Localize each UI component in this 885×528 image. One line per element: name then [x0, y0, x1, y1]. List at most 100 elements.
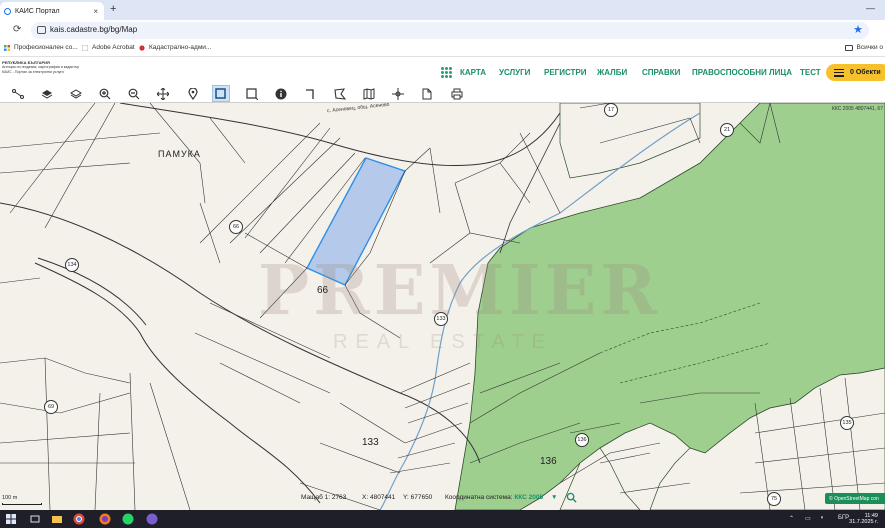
road-number-badge: 66 — [229, 220, 243, 234]
bookmark-label: Кадастрално-адми... — [149, 44, 212, 51]
cadastre-icon — [139, 44, 145, 51]
map-sheet-icon[interactable] — [360, 85, 378, 102]
tool-network-icon[interactable] — [9, 85, 27, 102]
scale-value[interactable]: 2763 — [332, 494, 346, 501]
pan-icon[interactable] — [154, 85, 172, 102]
coordinate-note: ККС 2005 4807441, 67 — [831, 106, 883, 112]
chevron-down-icon[interactable]: ▼ — [551, 494, 557, 501]
site-header: РЕПУБЛИКА БЪЛГАРИЯ Агенция по геодезия, … — [0, 58, 885, 86]
tab-close-icon[interactable]: × — [93, 7, 98, 16]
network-icon[interactable]: ▭ — [805, 515, 811, 522]
chrome-icon[interactable] — [73, 513, 85, 525]
bookmark-item[interactable]: Кадастрално-адми... — [139, 44, 211, 51]
select-rectangle-icon[interactable] — [212, 85, 230, 102]
viber-icon[interactable] — [146, 513, 158, 525]
taskbar-date: 31.7.2025 г. — [849, 519, 878, 525]
firefox-icon[interactable] — [99, 513, 111, 525]
screen: КАИС Портал × + — ⟳ kais.cadastre.bg/bg/… — [0, 0, 885, 528]
scale-bar-label: 100 m — [2, 495, 18, 501]
measure-area-icon[interactable] — [331, 85, 349, 102]
bookmark-star-icon[interactable]: ★ — [853, 23, 863, 36]
logo-subtitle-2: КАИС - Портал за електронни услуги — [2, 69, 64, 74]
print-icon[interactable] — [448, 85, 466, 102]
browser-tab[interactable]: КАИС Портал × — [0, 2, 104, 20]
all-bookmarks-label: Всички о — [856, 44, 884, 51]
watermark-subtitle: REAL ESTATE — [333, 331, 553, 353]
bookmark-item[interactable]: Adobe Acrobat — [82, 44, 135, 51]
scale-readout: Мащаб 1: 2763 — [301, 494, 346, 501]
acrobat-icon — [82, 44, 88, 51]
hamburger-icon — [834, 68, 844, 77]
x-value: 4807441 — [369, 494, 396, 501]
omnibox[interactable]: kais.cadastre.bg/bg/Map ★ — [31, 22, 869, 39]
site-info-icon[interactable] — [37, 26, 46, 34]
select-polygon-icon[interactable] — [243, 85, 261, 102]
menu-item-registers[interactable]: РЕГИСТРИ — [544, 68, 587, 77]
address-bar-row: ⟳ kais.cadastre.bg/bg/Map ★ — [0, 20, 885, 57]
folder-icon — [844, 44, 853, 51]
bookmark-label: Професионален со... — [14, 44, 78, 51]
apps-grid-icon[interactable] — [441, 67, 452, 78]
objects-button[interactable]: 0 Обекти — [826, 64, 885, 81]
tool-layers-outline-icon[interactable] — [67, 85, 85, 102]
task-view-icon[interactable] — [29, 513, 41, 525]
road-number-badge: 69 — [44, 400, 58, 414]
osm-attribution[interactable]: © OpenStreetMap con — [825, 493, 885, 504]
url-text[interactable]: kais.cadastre.bg/bg/Map — [50, 25, 137, 34]
parcel-label: 133 — [362, 437, 379, 448]
search-icon[interactable] — [566, 492, 577, 505]
menu-item-complaints[interactable]: ЖАЛБИ — [597, 68, 627, 77]
coord-system-value[interactable]: ККС 2005 — [514, 494, 543, 501]
tab-title: КАИС Портал — [15, 7, 60, 15]
reload-icon[interactable]: ⟳ — [13, 24, 21, 35]
y-value: 677650 — [410, 494, 433, 501]
road-number-badge: 17 — [604, 103, 618, 117]
volume-icon[interactable]: ◖ — [820, 515, 824, 521]
coord-system-label: Координатна система: — [445, 494, 513, 501]
y-readout: Y: 677650 — [403, 494, 432, 501]
window-minimize-button[interactable]: — — [866, 3, 875, 13]
zoom-in-icon[interactable] — [96, 85, 114, 102]
coordinate-system-selector[interactable]: Координатна система: ККС 2005 ▼ — [445, 494, 557, 501]
road-number-badge: 133 — [434, 312, 448, 326]
y-label: Y: — [403, 494, 409, 501]
os-taskbar: ⌃ ▭ ◖ БГР 11:49 31.7.2025 г. — [0, 510, 885, 528]
road-number-badge: 135 — [840, 416, 854, 430]
location-pin-icon[interactable] — [184, 85, 202, 102]
area-label: ПАМУКА — [158, 149, 201, 159]
measure-distance-icon[interactable] — [302, 85, 320, 102]
menu-item-licensed-persons[interactable]: ПРАВОСПОСОБНИ ЛИЦА — [692, 68, 792, 77]
x-readout: X: 4807441 — [362, 494, 395, 501]
menu-item-test[interactable]: ТЕСТ — [800, 68, 821, 77]
map-toolbar — [0, 84, 885, 103]
bookmarks-bar: Професионален со... Adobe Acrobat Кадаст… — [0, 41, 885, 57]
zoom-out-icon[interactable] — [125, 85, 143, 102]
x-label: X: — [362, 494, 369, 501]
bookmark-label: Adobe Acrobat — [92, 44, 135, 51]
scale-label: Мащаб 1: — [301, 494, 331, 501]
scale-bar — [2, 503, 42, 505]
all-bookmarks-folder[interactable]: Всички о — [844, 44, 884, 51]
road-number-badge: 75 — [767, 492, 781, 506]
road-number-badge: 21 — [720, 123, 734, 137]
cadastral-map[interactable]: PREMIER REAL ESTATE с. Асеновец, общ. Ас… — [0, 103, 885, 510]
parcel-label: 66 — [317, 285, 329, 296]
agency-logo[interactable]: РЕПУБЛИКА БЪЛГАРИЯ Агенция по геодезия, … — [2, 60, 82, 74]
file-explorer-icon[interactable] — [51, 513, 63, 525]
menu-item-reports[interactable]: СПРАВКИ — [642, 68, 680, 77]
tray-chevron-icon[interactable]: ⌃ — [789, 515, 794, 522]
site-favicon-icon — [4, 7, 11, 15]
coordinates-icon[interactable] — [389, 85, 407, 102]
tool-layers-icon[interactable] — [38, 85, 56, 102]
info-icon[interactable] — [272, 85, 290, 102]
bookmark-item[interactable]: Професионален со... — [4, 44, 78, 51]
new-tab-button[interactable]: + — [110, 3, 116, 15]
menu-item-map[interactable]: КАРТА — [460, 68, 486, 77]
road-number-badge: 134 — [65, 258, 79, 272]
menu-item-services[interactable]: УСЛУГИ — [499, 68, 530, 77]
windows-start-icon[interactable] — [5, 513, 17, 525]
grid-icon — [4, 44, 10, 51]
taskbar-clock[interactable]: 11:49 31.7.2025 г. — [848, 513, 878, 525]
document-icon[interactable] — [418, 85, 436, 102]
whatsapp-icon[interactable] — [122, 513, 134, 525]
